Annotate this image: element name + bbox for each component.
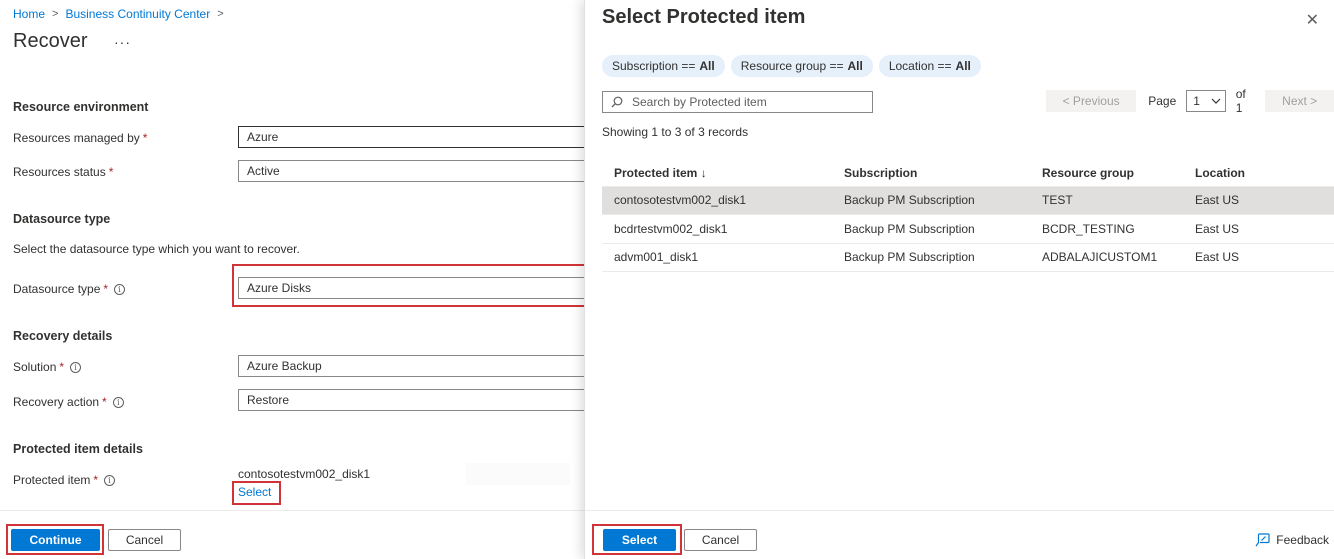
resource-environment-heading: Resource environment bbox=[13, 100, 149, 114]
select-protected-item-panel: Select Protected item ✕ Subscription == A… bbox=[584, 0, 1334, 559]
info-icon[interactable]: i bbox=[114, 283, 126, 295]
more-options-icon[interactable]: ··· bbox=[114, 34, 131, 50]
column-location[interactable]: Location bbox=[1183, 160, 1334, 187]
table-row[interactable]: bcdrtestvm002_disk1 Backup PM Subscripti… bbox=[602, 214, 1334, 244]
solution-field[interactable]: Azure Backup bbox=[238, 355, 584, 377]
resources-managed-by-text: Resources managed by bbox=[13, 131, 140, 145]
chevron-right-icon: > bbox=[217, 8, 224, 20]
select-link-highlight bbox=[232, 481, 281, 505]
page-title: Recover bbox=[13, 30, 88, 52]
cell-resource-group: TEST bbox=[1030, 186, 1183, 215]
page-select[interactable]: 1 bbox=[1186, 90, 1226, 112]
table-row[interactable]: advm001_disk1 Backup PM Subscription ADB… bbox=[602, 243, 1334, 272]
filter-pills: Subscription == All Resource group == All … bbox=[602, 55, 981, 77]
pager: < Previous Page 1 of 1 Next > bbox=[1046, 87, 1334, 115]
cell-protected-item: contosotestvm002_disk1 bbox=[602, 186, 832, 215]
column-resource-group[interactable]: Resource group bbox=[1030, 160, 1183, 187]
solution-label: Solution * i bbox=[13, 360, 82, 374]
cell-protected-item: bcdrtestvm002_disk1 bbox=[602, 214, 832, 244]
info-icon[interactable]: i bbox=[70, 361, 82, 373]
cell-location: East US bbox=[1183, 214, 1334, 244]
page-value: 1 bbox=[1193, 94, 1200, 108]
required-mark: * bbox=[59, 360, 65, 374]
column-protected-item[interactable]: Protected item ↓ bbox=[602, 160, 832, 187]
breadcrumb: Home > Business Continuity Center > bbox=[13, 7, 231, 21]
cell-resource-group: BCDR_TESTING bbox=[1030, 214, 1183, 244]
chevron-down-icon bbox=[1211, 98, 1221, 104]
cell-subscription: Backup PM Subscription bbox=[832, 214, 1030, 244]
recovery-action-label: Recovery action * i bbox=[13, 395, 124, 409]
breadcrumb-home[interactable]: Home bbox=[13, 7, 45, 21]
protected-item-label: Protected item * i bbox=[13, 473, 116, 487]
select-button-highlight bbox=[592, 524, 682, 555]
protected-item-value: contosotestvm002_disk1 bbox=[238, 467, 371, 481]
search-placeholder: Search by Protected item bbox=[632, 95, 767, 109]
breadcrumb-business-continuity-center[interactable]: Business Continuity Center bbox=[65, 7, 210, 21]
datasource-type-heading: Datasource type bbox=[13, 212, 111, 226]
cell-subscription: Backup PM Subscription bbox=[832, 243, 1030, 272]
protected-item-text: Protected item bbox=[13, 473, 91, 487]
panel-cancel-button[interactable]: Cancel bbox=[684, 529, 757, 551]
continue-highlight bbox=[6, 524, 104, 555]
cell-subscription: Backup PM Subscription bbox=[832, 186, 1030, 215]
filter-key: Location == bbox=[888, 59, 952, 73]
cell-location: East US bbox=[1183, 243, 1334, 272]
records-count: Showing 1 to 3 of 3 records bbox=[602, 125, 749, 139]
required-mark: * bbox=[108, 165, 114, 179]
next-button[interactable]: Next > bbox=[1265, 90, 1334, 112]
resources-status-field[interactable]: Active bbox=[238, 160, 584, 182]
filter-value: All bbox=[847, 59, 863, 73]
close-icon[interactable]: ✕ bbox=[1306, 10, 1319, 30]
feedback-icon bbox=[1255, 533, 1270, 547]
cell-protected-item: advm001_disk1 bbox=[602, 243, 832, 272]
datasource-type-label: Datasource type * i bbox=[13, 282, 126, 296]
cancel-button[interactable]: Cancel bbox=[108, 529, 181, 551]
protected-items-table: Protected item ↓ Subscription Resource g… bbox=[602, 160, 1334, 272]
resources-managed-by-field[interactable]: Azure bbox=[238, 126, 584, 148]
recover-blade: Home > Business Continuity Center > Reco… bbox=[0, 0, 589, 559]
filter-value: All bbox=[955, 59, 971, 73]
filter-value: All bbox=[699, 59, 715, 73]
info-icon[interactable]: i bbox=[104, 474, 116, 486]
protected-item-details-heading: Protected item details bbox=[13, 442, 143, 456]
datasource-description: Select the datasource type which you wan… bbox=[13, 242, 300, 256]
page-count: of 1 bbox=[1235, 87, 1246, 115]
cell-location: East US bbox=[1183, 186, 1334, 215]
filter-location[interactable]: Location == All bbox=[878, 55, 981, 77]
search-input[interactable]: Search by Protected item bbox=[602, 91, 873, 113]
feedback-label: Feedback bbox=[1276, 533, 1329, 547]
required-mark: * bbox=[102, 395, 107, 409]
resources-managed-by-label: Resources managed by * bbox=[13, 131, 147, 145]
table-header-row: Protected item ↓ Subscription Resource g… bbox=[602, 160, 1334, 187]
filter-resource-group[interactable]: Resource group == All bbox=[730, 55, 873, 77]
page-label: Page bbox=[1148, 94, 1177, 108]
recovery-action-text: Recovery action bbox=[13, 395, 100, 409]
filter-key: Resource group == bbox=[740, 59, 844, 73]
table-row[interactable]: contosotestvm002_disk1 Backup PM Subscri… bbox=[602, 186, 1334, 215]
datasource-type-text: Datasource type bbox=[13, 282, 101, 296]
feedback-link[interactable]: Feedback bbox=[1255, 533, 1329, 547]
solution-text: Solution bbox=[13, 360, 57, 374]
required-mark: * bbox=[142, 131, 148, 145]
recovery-details-heading: Recovery details bbox=[13, 329, 113, 343]
search-icon bbox=[611, 96, 623, 108]
resources-status-text: Resources status bbox=[13, 165, 106, 179]
cell-resource-group: ADBALAJICUSTOM1 bbox=[1030, 243, 1183, 272]
filter-subscription[interactable]: Subscription == All bbox=[602, 55, 725, 77]
previous-button[interactable]: < Previous bbox=[1046, 90, 1137, 112]
recovery-action-field[interactable]: Restore bbox=[238, 389, 584, 411]
resources-status-label: Resources status * bbox=[13, 165, 113, 179]
disabled-placeholder bbox=[466, 463, 570, 485]
filter-key: Subscription == bbox=[612, 59, 696, 73]
panel-title: Select Protected item bbox=[602, 6, 806, 28]
required-mark: * bbox=[93, 473, 99, 487]
required-mark: * bbox=[103, 282, 109, 296]
info-icon[interactable]: i bbox=[112, 396, 124, 408]
datasource-type-highlight bbox=[232, 264, 589, 307]
column-subscription[interactable]: Subscription bbox=[832, 160, 1030, 187]
chevron-right-icon: > bbox=[52, 8, 59, 20]
